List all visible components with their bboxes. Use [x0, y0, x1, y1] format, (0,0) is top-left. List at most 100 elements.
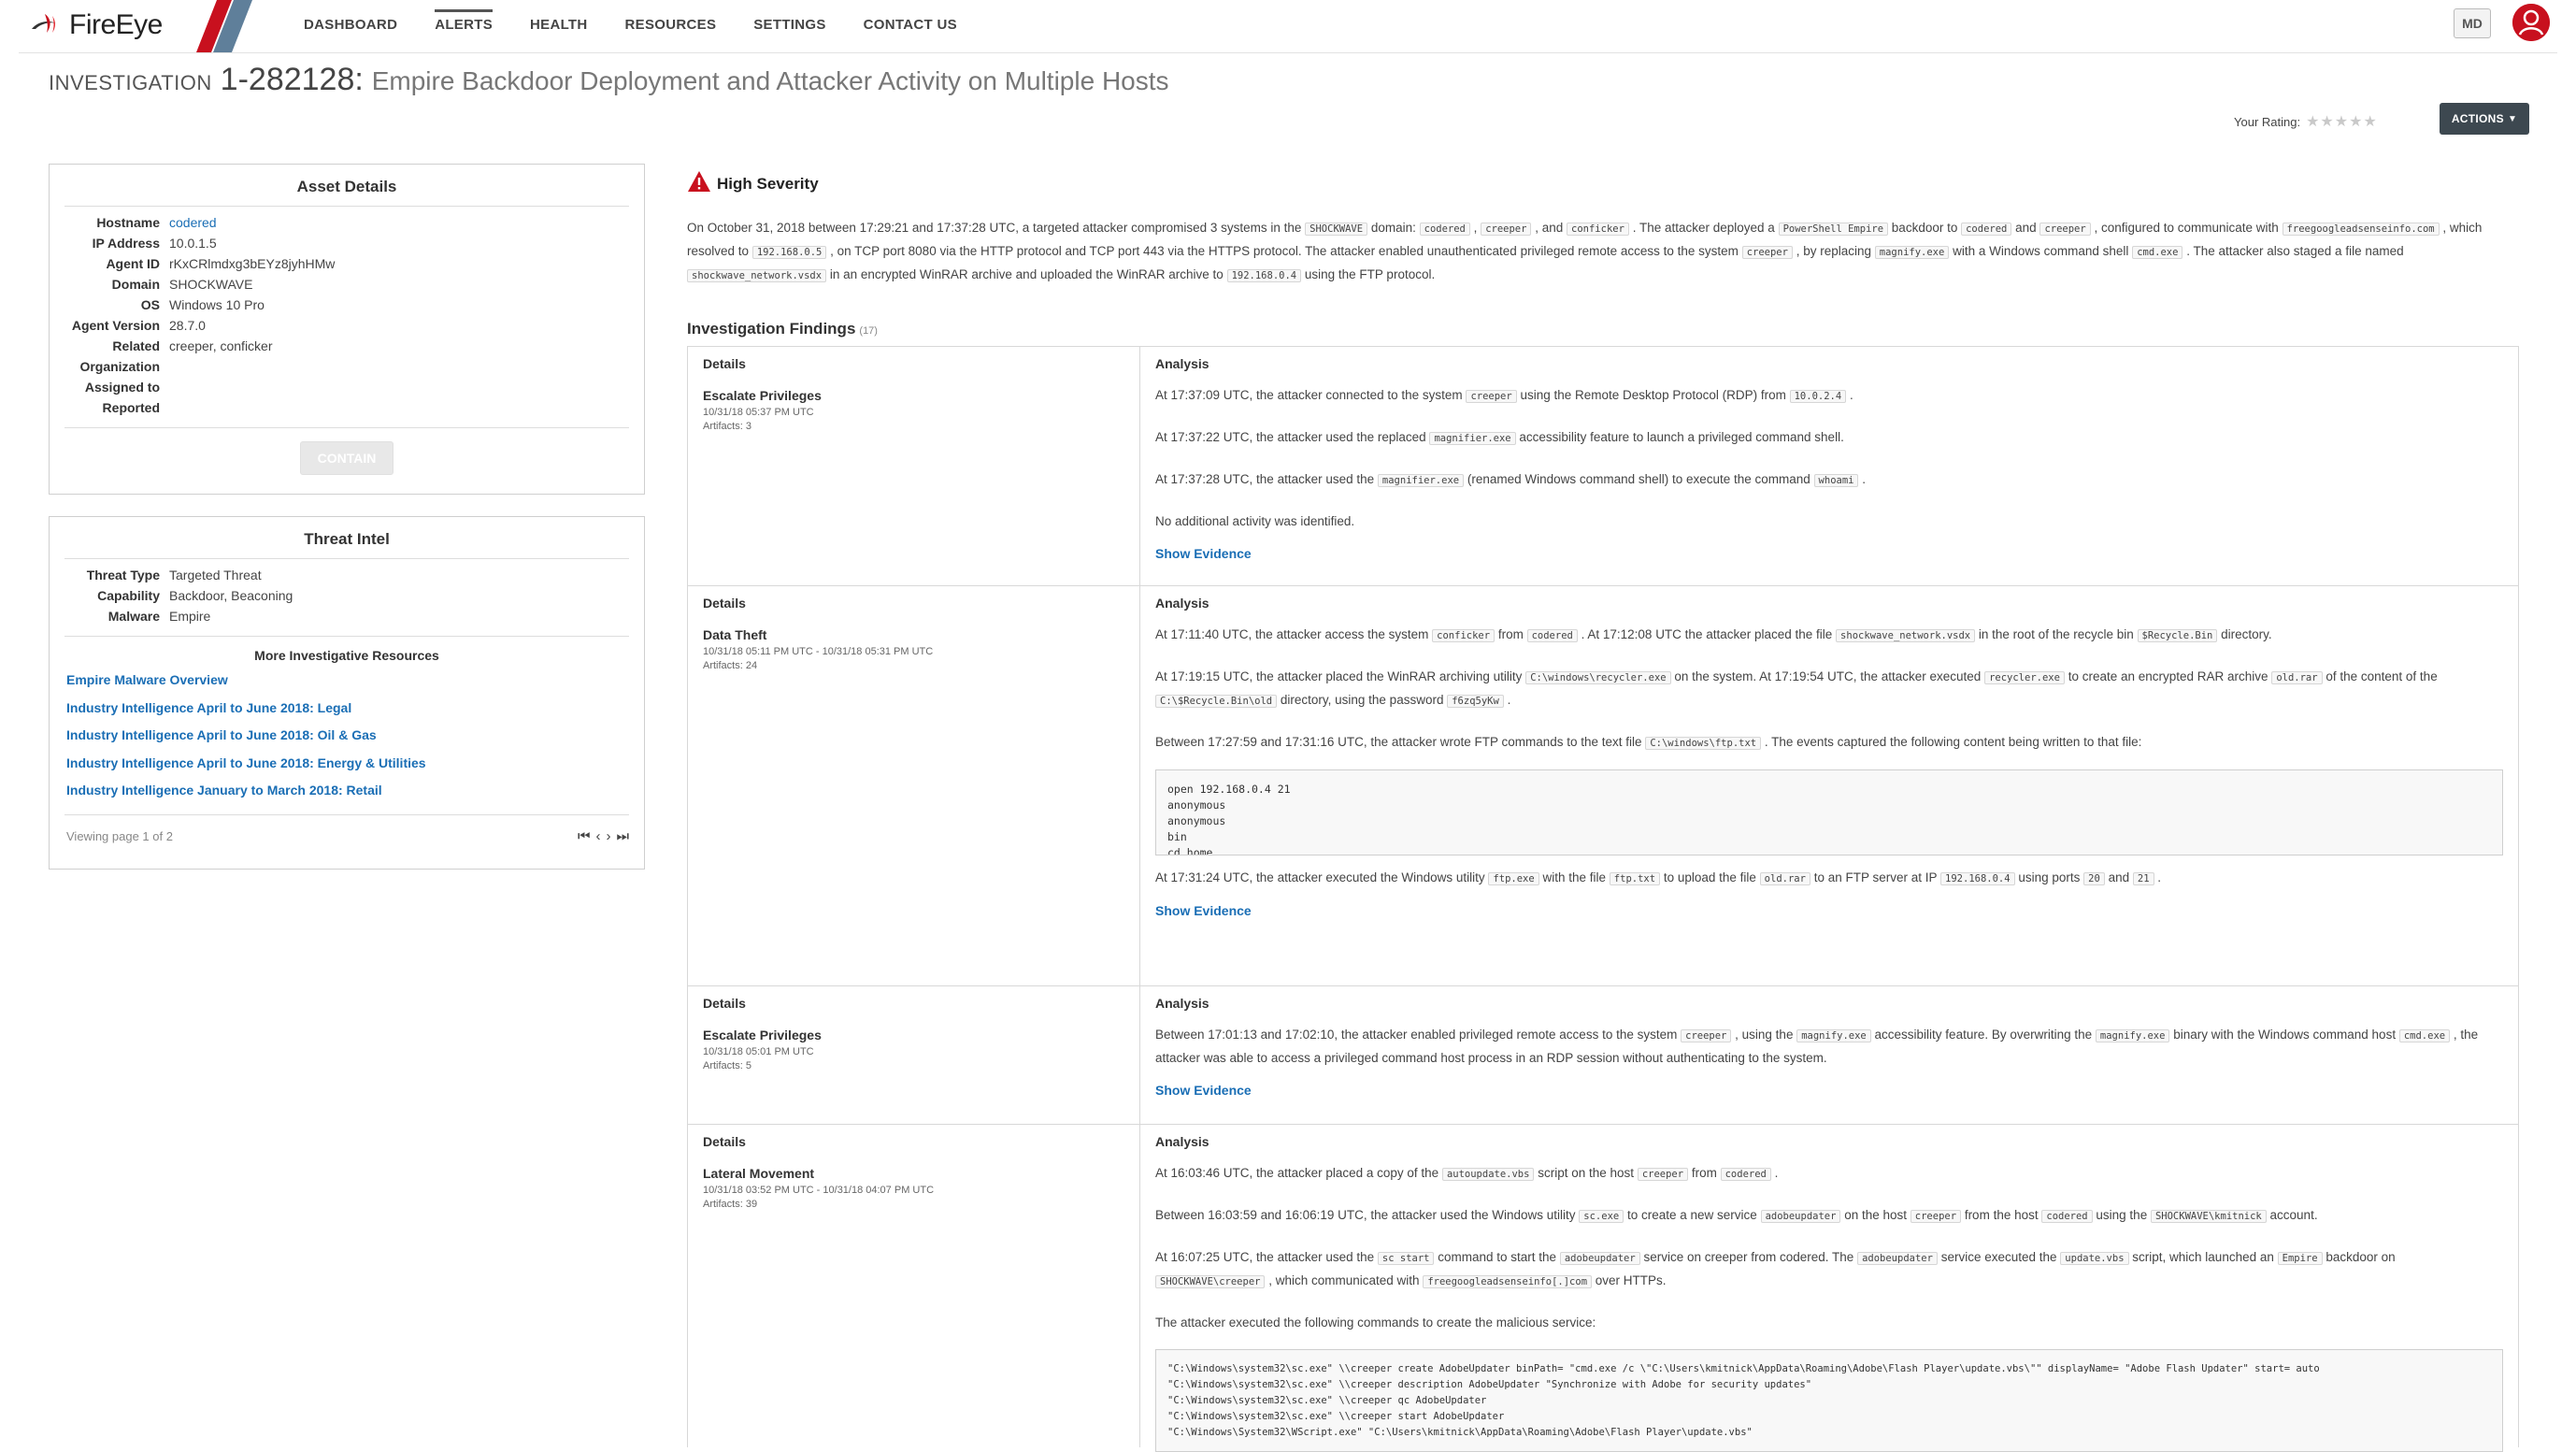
analysis-paragraph: Between 16:03:59 and 16:06:19 UTC, the a…: [1155, 1208, 2318, 1223]
last-page-icon[interactable]: ⏭: [616, 828, 629, 844]
show-evidence-link[interactable]: Show Evidence: [1140, 1083, 2518, 1098]
asset-row-domain: Domain SHOCKWAVE: [111, 277, 253, 292]
asset-details-panel: Asset Details Hostname codered IP Address…: [49, 164, 645, 495]
asset-row-related: Related creeper, conficker: [112, 338, 273, 353]
analysis-header: Analysis: [1155, 996, 1209, 1011]
analysis-header: Analysis: [1155, 1134, 1209, 1149]
threat-row-malware: Malware Empire: [107, 609, 211, 624]
finding-title: Lateral Movement: [703, 1166, 815, 1181]
show-evidence-link[interactable]: Show Evidence: [1140, 546, 2518, 561]
finding-date: 10/31/18 03:52 PM UTC - 10/31/18 04:07 P…: [703, 1185, 935, 1196]
flame-icon: [28, 8, 65, 42]
investigation-summary: On October 31, 2018 between 17:29:21 and…: [687, 221, 2483, 282]
nav-health[interactable]: HEALTH: [511, 0, 607, 49]
finding-row: Details Data Theft 10/31/18 05:11 PM UTC…: [687, 585, 2519, 985]
finding-artifacts: Artifacts: 5: [703, 1060, 751, 1071]
finding-date: 10/31/18 05:01 PM UTC: [703, 1046, 814, 1057]
resource-link[interactable]: Industry Intelligence April to June 2018…: [50, 750, 644, 778]
finding-details: Details Escalate Privileges 10/31/18 05:…: [688, 986, 1140, 1124]
prev-page-icon[interactable]: ‹: [595, 828, 600, 844]
code-token: freegoogleadsenseinfo.com: [2282, 223, 2440, 236]
analysis-paragraph: Between 17:27:59 and 17:31:16 UTC, the a…: [1155, 735, 2142, 750]
asset-row-reported: Reported: [102, 400, 160, 415]
analysis-paragraph: At 17:31:24 UTC, the attacker executed t…: [1155, 870, 2162, 885]
finding-date: 10/31/18 05:37 PM UTC: [703, 407, 814, 418]
divider: [64, 813, 629, 815]
analysis-paragraph: At 17:37:28 UTC, the attacker used the m…: [1155, 472, 1867, 487]
threat-intel-title: Threat Intel: [304, 530, 390, 548]
rating-stars-icon[interactable]: ★★★★★: [2306, 112, 2378, 131]
finding-analysis: Analysis At 16:03:46 UTC, the attacker p…: [1140, 1125, 2518, 1452]
logo-text: FireEye: [69, 9, 163, 40]
service-commands-codeblock: "C:\Windows\system32\sc.exe" \\creeper c…: [1155, 1349, 2503, 1452]
code-token: codered: [1961, 223, 2012, 236]
user-avatar-icon[interactable]: [2512, 4, 2550, 41]
contain-button[interactable]: CONTAIN: [300, 441, 394, 475]
finding-details: Details Data Theft 10/31/18 05:11 PM UTC…: [688, 586, 1140, 985]
first-page-icon[interactable]: ⏮: [578, 828, 591, 844]
finding-title: Data Theft: [703, 627, 767, 642]
finding-row: Details Lateral Movement 10/31/18 03:52 …: [687, 1124, 2519, 1452]
nav-contact-us[interactable]: CONTACT US: [845, 0, 976, 49]
fireeye-logo[interactable]: FireEye: [28, 6, 224, 45]
finding-title: Escalate Privileges: [703, 388, 822, 403]
investigation-number: 1-282128:: [220, 62, 364, 97]
analysis-paragraph: At 17:37:22 UTC, the attacker used the r…: [1155, 430, 1844, 445]
nav-dashboard[interactable]: DASHBOARD: [285, 0, 416, 49]
code-token: codered: [1419, 223, 1470, 236]
next-page-icon[interactable]: ›: [606, 828, 610, 844]
resources-pager: Viewing page 1 of 2 ⏮ ‹ › ⏭: [50, 828, 644, 844]
asset-row-agent-version: Agent Version 28.7.0: [71, 318, 206, 333]
threat-intel-panel: Threat Intel Threat Type Targeted Threat …: [49, 516, 645, 870]
code-token: conficker: [1567, 223, 1629, 236]
code-token: creeper: [2039, 223, 2091, 236]
details-header: Details: [703, 996, 746, 1011]
threat-intel-list: Threat Type Targeted Threat Capability Bac…: [50, 559, 644, 626]
brand-stripe: [196, 0, 252, 52]
actions-dropdown-button[interactable]: ACTIONS ▼: [2440, 103, 2529, 135]
nav-settings[interactable]: SETTINGS: [735, 0, 844, 49]
investigation-keyword: INVESTIGATION: [49, 71, 212, 94]
nav-resources[interactable]: RESOURCES: [607, 0, 736, 49]
chevron-down-icon: ▼: [2507, 113, 2518, 124]
code-token: magnify.exe: [1874, 246, 1950, 259]
resource-link[interactable]: Industry Intelligence April to June 2018…: [50, 695, 644, 723]
finding-artifacts: Artifacts: 24: [703, 660, 758, 671]
hostname-link[interactable]: codered: [169, 212, 217, 233]
analysis-paragraph: No additional activity was identified.: [1155, 514, 1355, 528]
severity-label: High Severity: [717, 174, 819, 193]
user-initials-badge[interactable]: MD: [2454, 8, 2491, 38]
details-header: Details: [703, 1134, 746, 1149]
show-evidence-link[interactable]: Show Evidence: [1140, 903, 2518, 918]
analysis-paragraph: At 16:07:25 UTC, the attacker used the s…: [1155, 1250, 2396, 1288]
resource-link[interactable]: Industry Intelligence January to March 2…: [50, 777, 644, 805]
header-divider: [19, 52, 2557, 53]
pager-controls: ⏮ ‹ › ⏭: [578, 828, 629, 844]
code-token: SHOCKWAVE: [1305, 223, 1368, 236]
analysis-paragraph: Between 17:01:13 and 17:02:10, the attac…: [1155, 1028, 2479, 1065]
rating-widget: Your Rating: ★★★★★: [2234, 112, 2378, 131]
nav-alerts[interactable]: ALERTS: [416, 0, 511, 49]
code-token: creeper: [1741, 246, 1793, 259]
divider: [64, 636, 629, 637]
pager-text: Viewing page 1 of 2: [66, 828, 173, 843]
analysis-paragraph: At 17:37:09 UTC, the attacker connected …: [1155, 388, 1853, 403]
code-token: 192.168.0.5: [751, 246, 827, 259]
resource-link[interactable]: Industry Intelligence April to June 2018…: [50, 722, 644, 750]
investigation-description: Empire Backdoor Deployment and Attacker …: [371, 66, 1169, 95]
asset-row-hostname: Hostname codered: [50, 212, 644, 233]
warning-triangle-icon: [687, 170, 717, 197]
asset-details-list: Hostname codered IP Address 10.0.1.5 Agent…: [50, 207, 644, 418]
analysis-header: Analysis: [1155, 356, 1209, 371]
finding-artifacts: Artifacts: 3: [703, 421, 751, 432]
resource-link[interactable]: Empire Malware Overview: [50, 667, 644, 695]
rating-label: Your Rating:: [2234, 114, 2301, 129]
finding-analysis: Analysis At 17:37:09 UTC, the attacker c…: [1140, 347, 2518, 585]
resources-list: Empire Malware Overview Industry Intelli…: [50, 667, 644, 805]
severity-header: High Severity: [687, 170, 819, 197]
analysis-paragraph: At 17:11:40 UTC, the attacker access the…: [1155, 627, 2272, 642]
page-title: INVESTIGATION 1-282128: Empire Backdoor …: [49, 62, 1169, 98]
analysis-paragraph: At 17:19:15 UTC, the attacker placed the…: [1155, 669, 2438, 708]
ftp-commands-codeblock: open 192.168.0.4 21 anonymous anonymous …: [1155, 769, 2503, 855]
asset-details-title: Asset Details: [296, 178, 397, 195]
